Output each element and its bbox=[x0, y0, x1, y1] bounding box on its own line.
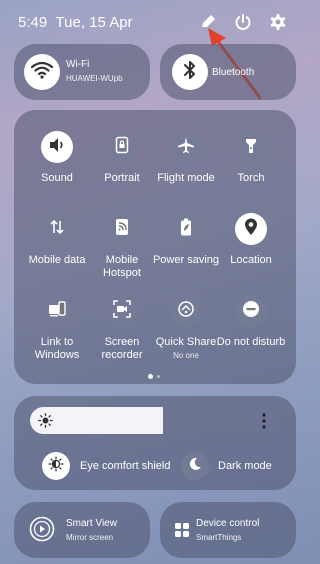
tile-do-not-disturb[interactable] bbox=[235, 295, 267, 327]
tile-sound-label: Sound bbox=[41, 172, 73, 184]
bluetooth-card[interactable]: Bluetooth bbox=[160, 44, 296, 100]
wifi-network-name: HUAWEI-WUpb bbox=[66, 74, 123, 83]
smart-view-card[interactable]: Smart View Mirror screen bbox=[14, 502, 150, 558]
bluetooth-icon bbox=[182, 60, 198, 85]
tile-sound[interactable] bbox=[41, 131, 73, 163]
brightness-sun-icon bbox=[38, 413, 53, 433]
tile-do-not-disturb-label: Do not disturb bbox=[216, 336, 286, 348]
tile-location-label: Location bbox=[230, 254, 272, 266]
data-arrows-icon bbox=[49, 219, 65, 240]
brightness-slider[interactable] bbox=[30, 407, 280, 434]
tile-portrait[interactable] bbox=[106, 131, 138, 163]
torch-icon bbox=[245, 136, 257, 159]
wifi-icon bbox=[30, 61, 54, 84]
page-indicator-dot-active bbox=[148, 374, 153, 379]
quick-share-icon bbox=[177, 300, 195, 323]
tile-flight-mode-label: Flight mode bbox=[157, 172, 215, 184]
dark-mode-label: Dark mode bbox=[218, 460, 272, 472]
tile-quick-share[interactable] bbox=[170, 295, 202, 327]
tile-torch[interactable] bbox=[235, 131, 267, 163]
tile-power-saving[interactable] bbox=[170, 213, 202, 245]
battery-leaf-icon bbox=[180, 218, 192, 241]
tile-link-to-windows[interactable] bbox=[41, 295, 73, 327]
tile-location[interactable] bbox=[235, 213, 267, 245]
tile-mobile-data-label: Mobile data bbox=[28, 254, 86, 266]
tile-torch-label: Torch bbox=[237, 172, 265, 184]
moon-icon bbox=[188, 457, 202, 476]
quick-share-status: No one bbox=[173, 351, 199, 360]
device-control-grid-icon bbox=[174, 522, 190, 543]
eye-comfort-label: Eye comfort shield bbox=[80, 460, 171, 472]
settings-gear-icon[interactable] bbox=[268, 12, 288, 32]
smart-view-title: Smart View bbox=[66, 518, 117, 529]
wifi-title: Wi-Fi bbox=[66, 59, 90, 70]
tile-mobile-data[interactable] bbox=[41, 213, 73, 245]
status-time-date: 5:49 Tue, 15 Apr bbox=[18, 14, 133, 31]
tile-mobile-hotspot-label: Mobile Hotspot bbox=[103, 254, 141, 279]
eye-comfort-toggle[interactable] bbox=[42, 452, 70, 480]
device-control-subtitle: SmartThings bbox=[196, 533, 242, 542]
smart-view-subtitle: Mirror screen bbox=[66, 533, 114, 542]
tile-screen-recorder[interactable] bbox=[106, 295, 138, 327]
sound-icon bbox=[48, 137, 66, 158]
tile-power-saving-label: Power saving bbox=[152, 254, 220, 266]
tile-portrait-label: Portrait bbox=[104, 172, 140, 184]
airplane-icon bbox=[177, 136, 195, 159]
tile-quick-share-label: Quick Share No one bbox=[151, 336, 221, 362]
page-indicator-dot bbox=[157, 375, 160, 378]
eye-comfort-icon bbox=[48, 455, 64, 477]
location-pin-icon bbox=[244, 218, 258, 241]
device-control-card[interactable]: Device control SmartThings bbox=[160, 502, 296, 558]
bluetooth-toggle[interactable] bbox=[172, 54, 208, 90]
wifi-card[interactable]: Wi-Fi HUAWEI-WUpb bbox=[14, 44, 150, 100]
hotspot-icon bbox=[115, 218, 129, 241]
brightness-more-options-icon[interactable] bbox=[259, 412, 269, 435]
do-not-disturb-icon bbox=[242, 300, 260, 323]
tile-link-to-windows-label: Link to Windows bbox=[34, 336, 80, 361]
tile-screen-recorder-label: Screen recorder bbox=[101, 336, 143, 361]
link-to-windows-icon bbox=[48, 300, 66, 322]
wifi-toggle[interactable] bbox=[24, 54, 60, 90]
tile-mobile-hotspot[interactable] bbox=[106, 213, 138, 245]
tile-flight-mode[interactable] bbox=[170, 131, 202, 163]
screen-recorder-icon bbox=[113, 299, 131, 323]
smart-view-icon bbox=[28, 515, 56, 548]
device-control-title: Device control bbox=[196, 518, 260, 529]
bluetooth-title: Bluetooth bbox=[212, 67, 255, 78]
dark-mode-toggle[interactable] bbox=[181, 452, 209, 480]
portrait-lock-icon bbox=[115, 136, 129, 159]
